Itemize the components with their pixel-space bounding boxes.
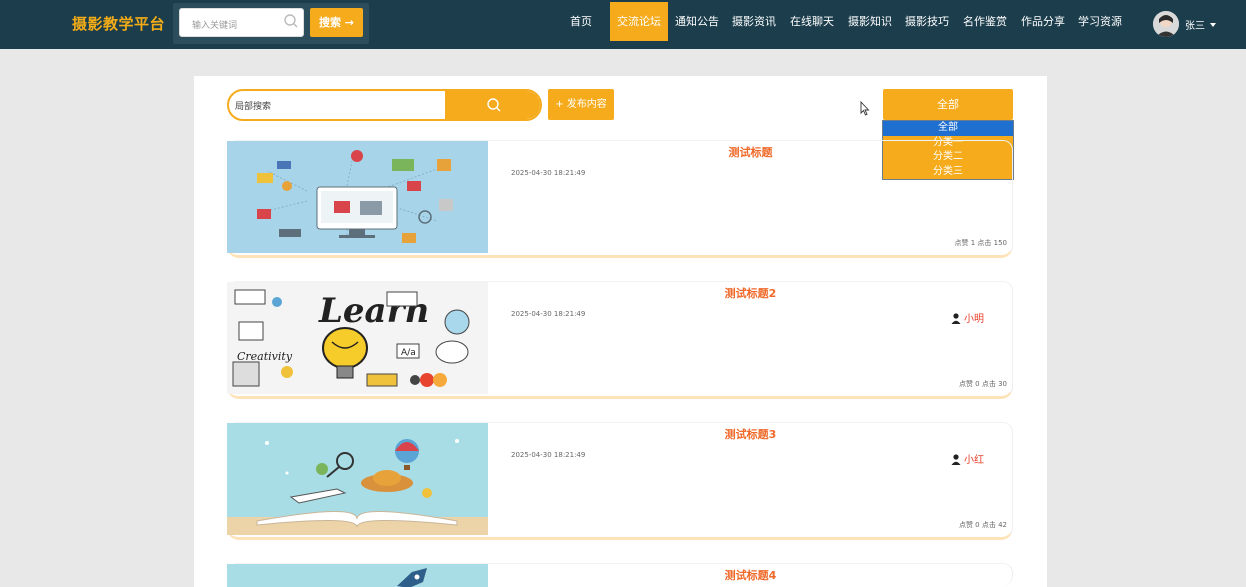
- nav-item-knowledge[interactable]: 摄影知识: [846, 2, 894, 41]
- post-thumbnail[interactable]: [227, 423, 488, 535]
- post-stats: 点赞 0 点击 42: [958, 521, 1007, 529]
- nav-item-works[interactable]: 作品分享: [1019, 2, 1067, 41]
- search-icon: [284, 14, 298, 28]
- nav-item-chat[interactable]: 在线聊天: [788, 2, 836, 41]
- local-search: 局部搜索: [227, 89, 542, 121]
- category-select[interactable]: 全部: [883, 89, 1013, 120]
- post-stats: 点赞 0 点击 30: [958, 380, 1007, 388]
- nav-item-photo-news[interactable]: 摄影资讯: [730, 2, 778, 41]
- post-author-name: 小明: [964, 314, 984, 325]
- local-search-input[interactable]: 局部搜索: [235, 99, 271, 112]
- post-title[interactable]: 测试标题: [488, 144, 1013, 160]
- svg-text:A/a: A/a: [401, 348, 416, 358]
- post-title[interactable]: 测试标题2: [488, 285, 1013, 301]
- post-time: 2025-04-30 18:21:49: [511, 310, 586, 318]
- post-time: 2025-04-30 18:21:49: [511, 451, 586, 459]
- nav-item-masterpieces[interactable]: 名作鉴赏: [961, 2, 1009, 41]
- nav-item-notice[interactable]: 通知公告: [673, 2, 721, 41]
- avatar-image: [1153, 11, 1179, 37]
- mouse-cursor-icon: [860, 101, 870, 116]
- post-item[interactable]: 测试标题4: [227, 563, 1013, 587]
- category-option-all[interactable]: 全部: [883, 121, 1013, 136]
- post-title[interactable]: 测试标题3: [488, 426, 1013, 442]
- user-icon: [951, 454, 961, 465]
- caret-down-icon[interactable]: [1210, 23, 1216, 27]
- user-name[interactable]: 张三: [1185, 17, 1205, 32]
- brand-logo[interactable]: 摄影教学平台: [72, 13, 165, 34]
- svg-text:Creativity: Creativity: [237, 350, 293, 363]
- nav-item-resources[interactable]: 学习资源: [1076, 2, 1124, 41]
- user-icon: [951, 313, 961, 324]
- nav-item-home[interactable]: 首页: [568, 2, 594, 41]
- learn-illustration: Learn A/a Creativity: [227, 282, 488, 394]
- post-thumbnail[interactable]: [227, 141, 488, 253]
- post-author[interactable]: 小明: [951, 310, 984, 325]
- post-stats: 点赞 1 点击 150: [954, 239, 1008, 247]
- post-thumbnail[interactable]: Learn A/a Creativity: [227, 282, 488, 394]
- rocket-illustration: [227, 564, 488, 587]
- avatar[interactable]: [1153, 11, 1179, 37]
- post-item[interactable]: 测试标题3 2025-04-30 18:21:49 小红 点赞 0 点击 42: [227, 422, 1013, 540]
- post-title[interactable]: 测试标题4: [488, 567, 1013, 583]
- post-author[interactable]: 小红: [951, 451, 984, 466]
- post-item[interactable]: 测试标题 2025-04-30 18:21:49 点赞 1 点击 150: [227, 140, 1013, 258]
- nav-item-forum[interactable]: 交流论坛: [610, 2, 668, 41]
- top-navbar: 摄影教学平台 输入关键词 搜索 → 首页 交流论坛 通知公告 摄影资讯 在线聊天…: [0, 0, 1246, 49]
- post-item[interactable]: Learn A/a Creativity 测试标题2 2025-04-30 18…: [227, 281, 1013, 399]
- post-author-name: 小红: [964, 455, 984, 466]
- post-thumbnail[interactable]: [227, 564, 488, 587]
- post-time: 2025-04-30 18:21:49: [511, 169, 586, 177]
- local-search-button[interactable]: [445, 91, 540, 119]
- top-search-button[interactable]: 搜索 →: [310, 8, 363, 37]
- publish-button[interactable]: + 发布内容: [548, 89, 614, 120]
- ecommerce-illustration: [227, 141, 488, 253]
- book-travel-illustration: [227, 423, 488, 535]
- nav-item-skills[interactable]: 摄影技巧: [903, 2, 951, 41]
- search-icon: [487, 98, 501, 112]
